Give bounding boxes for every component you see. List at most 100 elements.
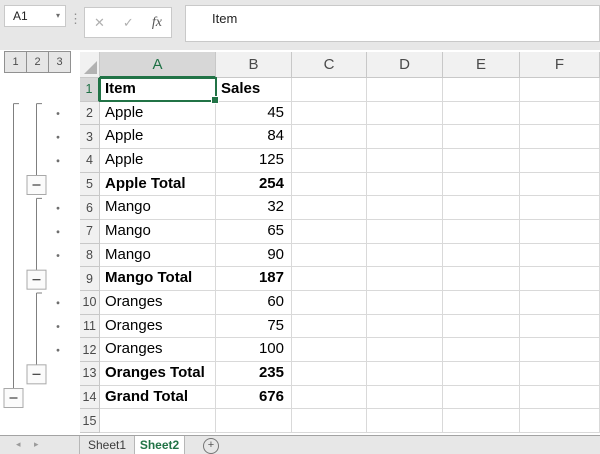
row-header-14[interactable]: 14 <box>80 386 100 410</box>
cell-B7[interactable]: 65 <box>216 220 292 244</box>
cell-C6[interactable] <box>292 196 367 220</box>
cell-E14[interactable] <box>443 386 520 410</box>
cell-E10[interactable] <box>443 291 520 315</box>
cell-D15[interactable] <box>367 409 443 433</box>
select-all-button[interactable] <box>80 52 100 78</box>
sheet-tab-sheet1[interactable]: Sheet1 <box>80 436 135 454</box>
formula-bar-input[interactable]: Item <box>185 5 600 42</box>
tab-nav-left-icon[interactable]: ◂ <box>16 439 21 450</box>
cell-D4[interactable] <box>367 149 443 173</box>
cell-A5[interactable]: Apple Total <box>100 173 216 197</box>
cell-E7[interactable] <box>443 220 520 244</box>
cell-B8[interactable]: 90 <box>216 244 292 268</box>
cell-C12[interactable] <box>292 338 367 362</box>
cell-C14[interactable] <box>292 386 367 410</box>
insert-function-icon[interactable]: fx <box>152 15 162 31</box>
cell-E15[interactable] <box>443 409 520 433</box>
column-header-A[interactable]: A <box>100 52 216 78</box>
column-header-F[interactable]: F <box>520 52 600 78</box>
row-header-12[interactable]: 12 <box>80 338 100 362</box>
cell-A4[interactable]: Apple <box>100 149 216 173</box>
cell-F6[interactable] <box>520 196 600 220</box>
row-header-2[interactable]: 2 <box>80 102 100 126</box>
cell-B9[interactable]: 187 <box>216 267 292 291</box>
row-header-4[interactable]: 4 <box>80 149 100 173</box>
cell-C1[interactable] <box>292 78 367 102</box>
row-header-5[interactable]: 5 <box>80 173 100 197</box>
cell-E5[interactable] <box>443 173 520 197</box>
cell-B12[interactable]: 100 <box>216 338 292 362</box>
cell-C7[interactable] <box>292 220 367 244</box>
add-sheet-button[interactable]: + <box>203 438 219 454</box>
cell-F9[interactable] <box>520 267 600 291</box>
cell-D1[interactable] <box>367 78 443 102</box>
cell-B3[interactable]: 84 <box>216 125 292 149</box>
row-header-1[interactable]: 1 <box>80 78 100 102</box>
cell-D14[interactable] <box>367 386 443 410</box>
cell-D13[interactable] <box>367 362 443 386</box>
enter-icon[interactable]: ✓ <box>123 15 134 31</box>
cell-B10[interactable]: 60 <box>216 291 292 315</box>
cell-E2[interactable] <box>443 102 520 126</box>
cell-A3[interactable]: Apple <box>100 125 216 149</box>
sheet-tab-sheet2[interactable]: Sheet2 <box>135 436 185 454</box>
cell-A13[interactable]: Oranges Total <box>100 362 216 386</box>
cell-F3[interactable] <box>520 125 600 149</box>
column-header-D[interactable]: D <box>367 52 443 78</box>
cell-F2[interactable] <box>520 102 600 126</box>
cell-D5[interactable] <box>367 173 443 197</box>
cell-A1[interactable]: Item <box>100 78 216 102</box>
cell-C13[interactable] <box>292 362 367 386</box>
cell-D12[interactable] <box>367 338 443 362</box>
cell-B6[interactable]: 32 <box>216 196 292 220</box>
tab-nav-right-icon[interactable]: ▸ <box>34 439 39 450</box>
cell-C4[interactable] <box>292 149 367 173</box>
cell-E4[interactable] <box>443 149 520 173</box>
cell-A10[interactable]: Oranges <box>100 291 216 315</box>
cell-A11[interactable]: Oranges <box>100 315 216 339</box>
column-header-E[interactable]: E <box>443 52 520 78</box>
cell-C11[interactable] <box>292 315 367 339</box>
cell-D8[interactable] <box>367 244 443 268</box>
cell-F10[interactable] <box>520 291 600 315</box>
cell-A12[interactable]: Oranges <box>100 338 216 362</box>
cell-C9[interactable] <box>292 267 367 291</box>
row-header-6[interactable]: 6 <box>80 196 100 220</box>
cell-E6[interactable] <box>443 196 520 220</box>
cell-F12[interactable] <box>520 338 600 362</box>
row-header-3[interactable]: 3 <box>80 125 100 149</box>
column-header-C[interactable]: C <box>292 52 367 78</box>
cell-B14[interactable]: 676 <box>216 386 292 410</box>
cancel-icon[interactable]: ✕ <box>94 15 105 31</box>
cell-E8[interactable] <box>443 244 520 268</box>
cell-A6[interactable]: Mango <box>100 196 216 220</box>
cell-C8[interactable] <box>292 244 367 268</box>
cell-C5[interactable] <box>292 173 367 197</box>
cell-B1[interactable]: Sales <box>216 78 292 102</box>
cell-A2[interactable]: Apple <box>100 102 216 126</box>
cell-F7[interactable] <box>520 220 600 244</box>
cell-C15[interactable] <box>292 409 367 433</box>
cell-F5[interactable] <box>520 173 600 197</box>
row-header-13[interactable]: 13 <box>80 362 100 386</box>
cell-D9[interactable] <box>367 267 443 291</box>
cell-A14[interactable]: Grand Total <box>100 386 216 410</box>
cell-A8[interactable]: Mango <box>100 244 216 268</box>
row-header-10[interactable]: 10 <box>80 291 100 315</box>
row-header-9[interactable]: 9 <box>80 267 100 291</box>
cell-F15[interactable] <box>520 409 600 433</box>
cell-B13[interactable]: 235 <box>216 362 292 386</box>
cell-E12[interactable] <box>443 338 520 362</box>
cell-F1[interactable] <box>520 78 600 102</box>
row-header-11[interactable]: 11 <box>80 315 100 339</box>
cell-B5[interactable]: 254 <box>216 173 292 197</box>
cell-E1[interactable] <box>443 78 520 102</box>
cell-D11[interactable] <box>367 315 443 339</box>
row-header-8[interactable]: 8 <box>80 244 100 268</box>
cell-F13[interactable] <box>520 362 600 386</box>
row-header-7[interactable]: 7 <box>80 220 100 244</box>
cell-F4[interactable] <box>520 149 600 173</box>
cell-B2[interactable]: 45 <box>216 102 292 126</box>
cell-E11[interactable] <box>443 315 520 339</box>
cell-A9[interactable]: Mango Total <box>100 267 216 291</box>
